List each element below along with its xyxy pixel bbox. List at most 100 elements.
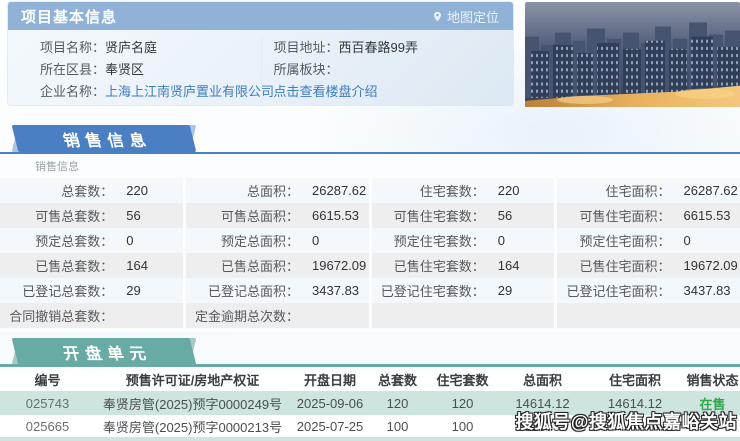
project-info-panel: 项目基本信息 地图定位 项目名称：贤庐名庭 所在区县：奉贤区 企业名称：上海上江… [8,2,513,105]
stat-value: 6615.53 [683,208,731,223]
sales-row: 合同撤销总套数： 定金逾期总次数： [0,303,740,328]
stat-label: 总面积： [247,184,300,199]
col-header-permit: 预售许可证/房地产权证 [125,372,260,388]
map-pin-icon [434,11,441,21]
col-header-id: 编号 [34,372,61,388]
stat-value: 0 [683,233,691,248]
stat-value: 220 [497,183,520,198]
field-label: 企业名称： [40,84,106,99]
stat-label: 可售住宅面积： [579,209,671,224]
cell-residential-units: 100 [451,418,474,434]
stat-value: 29 [126,283,141,298]
field-company: 企业名称：上海上江南贤庐置业有限公司 [40,81,274,103]
stat-label: 预定住宅面积： [579,234,671,249]
sales-section-title: 销售信息 [61,132,154,150]
field-plate: 所属板块： [274,59,514,81]
stat-label: 预定住宅套数： [393,234,485,249]
field-value: 奉贤区 [105,62,145,77]
project-info-body: 项目名称：贤庐名庭 所在区县：奉贤区 企业名称：上海上江南贤庐置业有限公司 项目… [8,30,513,103]
project-info-left-column: 项目名称：贤庐名庭 所在区县：奉贤区 企业名称：上海上江南贤庐置业有限公司 [8,37,274,103]
cell-total-units: 120 [386,395,409,411]
field-project-name: 项目名称：贤庐名庭 [40,37,261,59]
stat-value: 164 [126,258,148,273]
stat-label: 预定总套数： [35,234,114,249]
project-info-right-column: 项目地址：西百春路99弄 所属板块： 点击查看楼盘介绍 [260,37,514,103]
stat-label: 已售住宅套数： [393,259,485,274]
cell-id: 025743 [25,395,70,411]
field-intro-link: 点击查看楼盘介绍 [274,81,514,103]
table-bottom-strip [0,437,740,441]
sales-row: 已售总套数： 164 已售总面积： 19672.09 已售住宅套数： 164 已售住宅… [0,253,740,278]
col-header-total-units: 总套数 [377,372,417,388]
stat-label: 已售住宅面积： [579,259,671,274]
opening-units-tab: 开盘单元 [11,338,197,365]
cell-permit: 奉贤房管(2025)预字0000213号 [102,419,283,435]
field-district: 所在区县：奉贤区 [40,59,261,81]
stat-label: 住宅套数： [419,184,485,199]
stat-value: 164 [497,258,520,273]
field-value: 西百春路99弄 [338,40,418,55]
col-header-open-date: 开盘日期 [303,372,356,388]
field-label: 所属板块： [273,62,339,77]
col-header-residential-area: 住宅面积 [608,372,661,388]
stat-label: 预定总面积： [221,234,300,249]
sales-row: 已登记总套数： 29 已登记总面积： 3437.83 已登记住宅套数： 29 已登记住… [0,278,740,303]
view-building-intro-link[interactable]: 点击查看楼盘介绍 [274,84,378,99]
stat-value: 3437.83 [312,283,360,298]
stat-value: 19672.09 [683,258,738,273]
cell-residential-units: 120 [451,395,474,411]
stat-label: 可售总套数： [35,209,114,224]
stat-label: 合同撤销总套数： [9,309,114,324]
cell-total-units: 100 [386,418,409,434]
stat-value: 0 [497,233,506,248]
table-header-row: 编号 预售许可证/房地产权证 开盘日期 总套数 住宅套数 总面积 住宅面积 销售… [0,367,740,391]
top-row: 项目基本信息 地图定位 项目名称：贤庐名庭 所在区县：奉贤区 企业名称：上海上江… [8,2,740,107]
stat-label: 已登记住宅面积： [566,284,671,299]
cell-permit: 奉贤房管(2025)预字0000249号 [102,396,283,412]
sales-info-section: 销售信息 总套数： 220 总面积： 26287.62 住宅套数： 220 住宅面积：… [0,152,740,332]
col-header-residential-units: 住宅套数 [436,372,489,388]
field-value: 贤庐名庭 [105,40,158,55]
stat-label: 已登记住宅套数： [380,284,485,299]
project-info-header: 项目基本信息 地图定位 [8,2,513,30]
cell-id: 025665 [25,418,70,434]
field-label: 所在区县： [40,62,106,77]
stat-value: 26287.62 [683,183,738,198]
stat-label: 定金逾期总次数： [195,309,300,324]
sales-row: 可售总套数： 56 可售总面积： 6615.53 可售住宅套数： 56 可售住宅面积：… [0,203,740,228]
col-header-total-area: 总面积 [522,372,562,388]
stat-label: 总套数： [61,184,114,199]
field-label: 项目地址： [273,40,339,55]
opening-section-title: 开盘单元 [61,345,154,363]
stat-value: 0 [312,233,320,248]
stat-value: 56 [497,208,513,223]
company-link[interactable]: 上海上江南贤庐置业有限公司 [105,84,274,99]
stat-label: 可售住宅套数： [393,209,485,224]
stat-label: 已售总面积： [221,259,300,274]
stat-value: 29 [497,283,513,298]
stat-value: 0 [126,233,134,248]
stat-value: 56 [126,208,141,223]
city-skyline-image [525,2,740,107]
sales-row: 总套数： 220 总面积： 26287.62 住宅套数： 220 住宅面积： 26287… [0,178,740,203]
stat-value: 26287.62 [312,183,367,198]
page-title: 项目基本信息 [21,8,118,26]
cell-open-date: 2025-09-06 [296,395,364,411]
field-label: 项目名称： [40,40,106,55]
cell-open-date: 2025-07-25 [296,418,364,434]
col-header-sale-status: 销售状态 [686,372,739,388]
stat-value: 19672.09 [312,258,367,273]
stat-label: 已登记总套数： [22,284,114,299]
stat-label: 已登记总面积： [208,284,300,299]
stat-label: 住宅面积： [605,184,671,199]
sales-row: 预定总套数： 0 预定总面积： 0 预定住宅套数： 0 预定住宅面积： 0 [0,228,740,253]
map-locate-link[interactable]: 地图定位 [432,7,499,26]
stat-value: 3437.83 [683,283,731,298]
sales-info-tab: 销售信息 [11,125,197,152]
stat-value: 6615.53 [312,208,360,223]
stat-label: 已售总套数： [35,259,114,274]
project-photo [525,2,740,107]
stat-label: 可售总面积： [221,209,300,224]
map-locate-label: 地图定位 [446,9,499,25]
stat-value: 220 [126,183,148,198]
